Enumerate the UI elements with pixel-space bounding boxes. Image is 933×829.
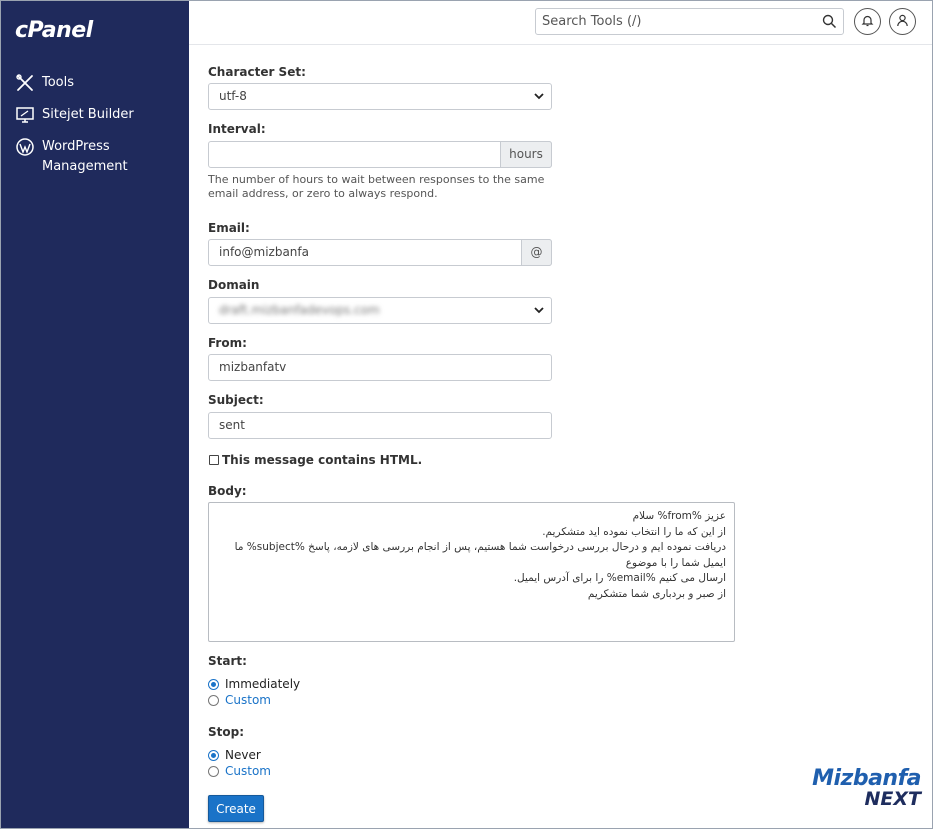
notifications-button[interactable] bbox=[854, 8, 881, 35]
html-checkbox-label: This message contains HTML. bbox=[222, 453, 423, 467]
charset-value: utf-8 bbox=[219, 89, 247, 103]
bell-icon bbox=[861, 14, 874, 30]
body-line: عزیز %from% سلام bbox=[632, 510, 726, 522]
chevron-down-icon bbox=[534, 307, 544, 314]
html-checkbox[interactable] bbox=[209, 455, 219, 465]
sidebar: cPanel Tools Sitejet Builder WordPress M… bbox=[1, 1, 189, 828]
create-button[interactable]: Create bbox=[208, 795, 264, 822]
radio-label: Immediately bbox=[225, 677, 301, 691]
domain-label: Domain bbox=[208, 278, 260, 292]
radio-label: Never bbox=[225, 748, 261, 762]
email-addon: @ bbox=[521, 239, 552, 266]
stop-label: Stop: bbox=[208, 725, 245, 739]
domain-value: draft.mizbanfadevops.com bbox=[219, 303, 380, 317]
watermark-logo: Mizbanfa NEXT bbox=[791, 766, 921, 812]
sidebar-item-wordpress-management[interactable]: WordPress Management bbox=[15, 137, 152, 177]
app-window: cPanel Tools Sitejet Builder WordPress M… bbox=[0, 0, 933, 829]
chevron-down-icon bbox=[534, 93, 544, 100]
body-line: ارسال می کنیم %email% را برای آدرس ایمیل… bbox=[513, 572, 726, 584]
body-line: از صبر و بردباری شما متشکریم bbox=[587, 587, 726, 600]
radio-unselected[interactable] bbox=[208, 694, 219, 706]
interval-group: hours bbox=[208, 141, 552, 168]
cpanel-logo[interactable]: cPanel bbox=[15, 18, 93, 43]
from-label: From: bbox=[208, 336, 247, 350]
from-input[interactable]: mizbanfatv bbox=[208, 354, 552, 381]
charset-label: Character Set: bbox=[208, 65, 306, 79]
radio-selected[interactable] bbox=[208, 678, 219, 690]
charset-select[interactable]: utf-8 bbox=[208, 83, 552, 110]
search-icon[interactable] bbox=[822, 14, 837, 29]
tools-icon bbox=[15, 73, 35, 93]
radio-unselected[interactable] bbox=[208, 765, 219, 777]
start-label: Start: bbox=[208, 654, 247, 668]
stop-option-custom[interactable]: Custom bbox=[208, 764, 271, 778]
subject-input[interactable]: sent bbox=[208, 412, 552, 439]
stop-option-never[interactable]: Never bbox=[208, 748, 261, 762]
sidebar-item-tools[interactable]: Tools bbox=[15, 73, 152, 93]
email-group: info@mizbanfa @ bbox=[208, 239, 552, 266]
domain-select[interactable]: draft.mizbanfadevops.com bbox=[208, 297, 552, 324]
search-box bbox=[535, 8, 844, 35]
subject-label: Subject: bbox=[208, 393, 264, 407]
body-line: از این که ما را انتخاب نموده اید متشکریم… bbox=[542, 525, 726, 538]
user-menu-button[interactable] bbox=[889, 8, 916, 35]
search-input[interactable] bbox=[536, 9, 806, 34]
interval-label: Interval: bbox=[208, 122, 266, 136]
radio-selected[interactable] bbox=[208, 749, 219, 761]
interval-help: The number of hours to wait between resp… bbox=[208, 173, 545, 200]
sidebar-item-label: Tools bbox=[42, 75, 75, 90]
interval-input[interactable] bbox=[209, 142, 501, 167]
sidebar-item-label: Sitejet Builder bbox=[42, 107, 134, 122]
user-icon bbox=[896, 14, 909, 30]
autoresponder-form: Character Set: utf-8 Interval: hours The… bbox=[189, 45, 932, 828]
radio-label[interactable]: Custom bbox=[225, 693, 271, 707]
body-line: دریافت نموده ایم و درحال بررسی درخواست ش… bbox=[231, 541, 726, 569]
body-textarea[interactable]: عزیز %from% سلام از این که ما را انتخاب ن… bbox=[208, 502, 735, 642]
wordpress-icon bbox=[15, 137, 35, 157]
body-label: Body: bbox=[208, 484, 247, 498]
radio-label[interactable]: Custom bbox=[225, 764, 271, 778]
start-option-custom[interactable]: Custom bbox=[208, 693, 271, 707]
monitor-icon bbox=[15, 105, 35, 125]
top-bar bbox=[189, 1, 932, 45]
email-input[interactable]: info@mizbanfa bbox=[219, 240, 519, 265]
email-label: Email: bbox=[208, 221, 250, 235]
start-option-immediately[interactable]: Immediately bbox=[208, 677, 300, 691]
interval-addon: hours bbox=[500, 141, 552, 168]
sidebar-item-sitejet-builder[interactable]: Sitejet Builder bbox=[15, 105, 152, 125]
sidebar-item-label: WordPress Management bbox=[42, 139, 128, 174]
